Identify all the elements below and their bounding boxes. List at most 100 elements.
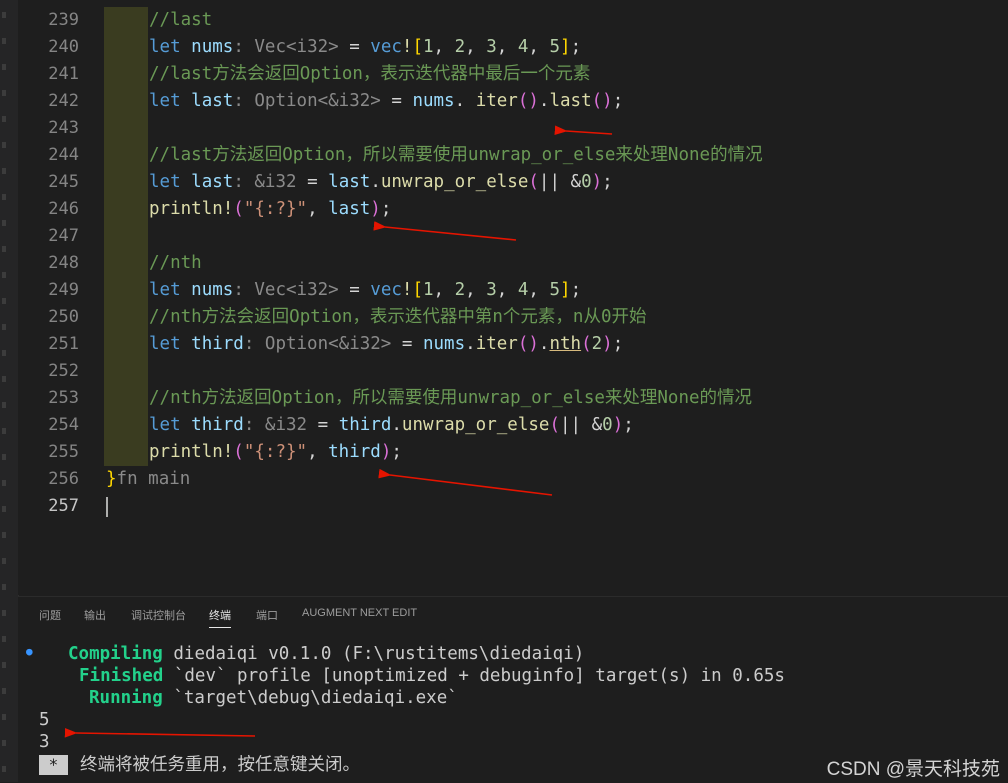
terminal-line-running: Running `target\debug\diedaiqi.exe` [89,687,458,709]
code-token: : Vec<i32> [233,280,339,300]
code-token: nums [191,37,234,57]
code-line[interactable]: 243 [18,115,1008,142]
activity-tick [2,376,6,382]
code-token: ) [602,334,613,354]
code-line[interactable]: 256}fn main [18,466,1008,493]
indent-guide [104,115,148,142]
code-token: ; [623,415,634,435]
code-token: let [149,415,192,435]
panel-tab[interactable]: 调试控制台 [131,607,186,623]
code-line[interactable]: 240 let nums: Vec<i32> = vec![1, 2, 3, 4,… [18,34,1008,61]
code-line[interactable]: 241 //last方法会返回Option，表示迭代器中最后一个元素 [18,61,1008,88]
code-token: ; [602,172,613,192]
code-line[interactable]: 252 [18,358,1008,385]
line-number: 247 [48,226,79,246]
panel-tab[interactable]: 问题 [39,607,61,623]
code-line[interactable]: 253 //nth方法返回Option，所以需要使用unwrap_or_else来… [18,385,1008,412]
code-token: . [370,172,381,192]
code-token: last [191,172,234,192]
code-token: //nth方法会返回Option，表示迭代器中第n个元素，n从0开始 [149,307,647,327]
activity-tick [2,584,6,590]
code-token: () [517,334,539,354]
running-label: Running [89,688,163,708]
terminal-output-2: 3 [39,732,50,752]
code-token: = [349,37,371,57]
code-token: println! [149,442,234,462]
finished-text: `dev` profile [unoptimized + debuginfo] … [173,666,785,686]
code-line[interactable]: 251 let third: Option<&i32> = nums.iter()… [18,331,1008,358]
indent-guide [104,358,148,385]
panel-tab[interactable]: 终端 [209,607,231,628]
code-token: = [349,280,371,300]
code-token: || & [559,415,603,435]
code-token: ( [581,334,592,354]
code-line[interactable]: 244 //last方法返回Option，所以需要使用unwrap_or_else… [18,142,1008,169]
activity-tick [2,688,6,694]
code-token: nums [412,91,455,111]
code-token: . [538,334,550,354]
code-token: = [401,334,423,354]
code-line[interactable]: 248 //nth [18,250,1008,277]
code-line[interactable]: 255 println!("{:?}", third); [18,439,1008,466]
code-token: 5 [549,280,561,300]
code-token: ) [612,415,624,435]
code-token: : &i32 [233,172,297,192]
code-line[interactable]: 249 let nums: Vec<i32> = vec![1, 2, 3, 4,… [18,277,1008,304]
activity-tick [2,298,6,304]
code-token: last [549,91,592,111]
code-line[interactable]: 247 [18,223,1008,250]
line-number: 252 [48,361,79,381]
activity-tick [2,168,6,174]
code-token: let [149,280,192,300]
activity-tick [2,194,6,200]
code-token: 5 [549,37,561,57]
code-token: , [528,37,550,57]
code-token: ( [233,199,244,219]
panel-tab[interactable]: 输出 [84,607,106,623]
line-number: 240 [48,37,79,57]
code-line[interactable]: 239 //last [18,7,1008,34]
code-token: 1 [423,280,434,300]
code-editor[interactable]: 239//last 240 let nums: Vec<i32> = vec![1,… [18,0,1008,595]
panel-tabs: 问题 输出 调试控制台 终端 端口 AUGMENT NEXT EDIT [18,597,1008,631]
code-token: ) [380,442,392,462]
compiling-label: Compiling [68,644,163,664]
code-token: third [328,442,381,462]
code-text: println!("{:?}", third); [149,439,402,466]
code-line[interactable]: 254 let third: &i32 = third.unwrap_or_els… [18,412,1008,439]
code-token: "{:?}" [243,199,308,219]
code-token: let [149,37,192,57]
line-number: 254 [48,415,79,435]
code-line[interactable]: 242 let last: Option<&i32> = nums. iter()… [18,88,1008,115]
code-token: unwrap_or_else [380,172,529,192]
activity-tick [2,428,6,434]
code-text: let last: Option<&i32> = nums. iter().la… [149,88,623,115]
activity-tick [2,350,6,356]
line-number: 251 [48,334,79,354]
code-token: , [465,37,487,57]
code-text: let nums: Vec<i32> = vec![1, 2, 3, 4, 5]… [149,34,581,61]
code-line[interactable]: 257 [18,493,1008,520]
indent-guide [104,250,148,277]
activity-tick [2,64,6,70]
code-token: . [465,334,476,354]
code-text: //nth [149,250,202,277]
code-token: ; [612,334,624,354]
activity-tick [2,220,6,226]
line-number: 250 [48,307,79,327]
code-token: = [307,172,329,192]
panel-tab[interactable]: 端口 [256,607,278,623]
code-line[interactable]: 246 println!("{:?}", last); [18,196,1008,223]
panel-tab[interactable]: AUGMENT NEXT EDIT [302,607,417,619]
code-token: nth [549,334,582,354]
code-text: //nth方法返回Option，所以需要使用unwrap_or_else来处理N… [149,385,752,412]
code-token: : Option<&i32> [243,334,392,354]
code-token: //last方法会返回Option，表示迭代器中最后一个元素 [149,64,591,84]
line-number: 246 [48,199,79,219]
terminal-prompt-text[interactable]: 终端将被任务重用，按任意键关闭。 [80,754,360,776]
code-token: || & [538,172,582,192]
activity-tick [2,402,6,408]
text-cursor [106,497,108,517]
code-line[interactable]: 250 //nth方法会返回Option，表示迭代器中第n个元素，n从0开始 [18,304,1008,331]
code-line[interactable]: 245 let last: &i32 = last.unwrap_or_else(… [18,169,1008,196]
